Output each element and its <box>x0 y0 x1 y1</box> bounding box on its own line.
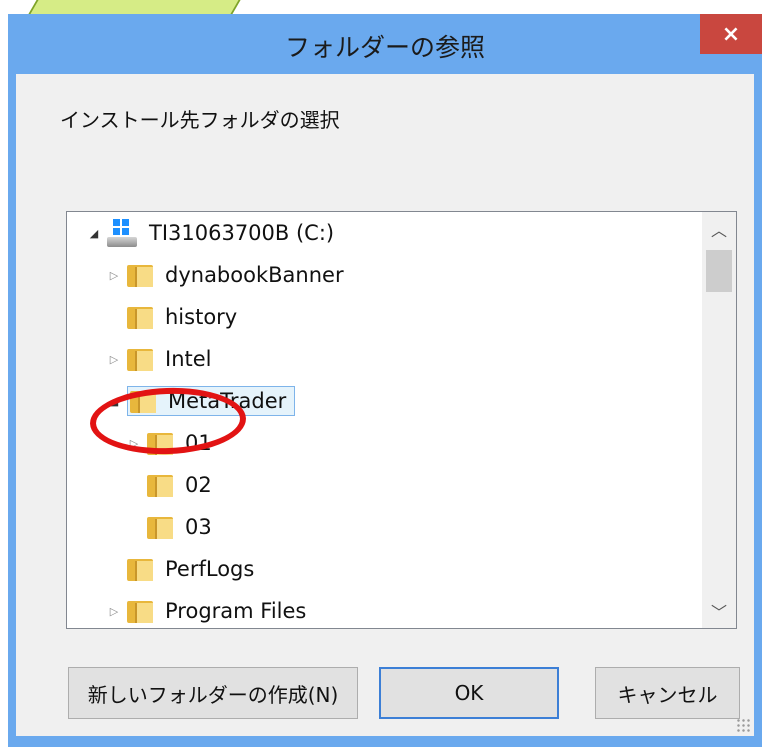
folder-icon <box>127 599 153 623</box>
tree-item-drive-c[interactable]: ◢ TI31063700B (C:) <box>87 214 334 252</box>
chevron-down-icon: ﹀ <box>710 603 727 622</box>
scroll-up-button[interactable]: ︿ <box>702 212 736 246</box>
tree-item-02[interactable]: 02 <box>127 466 212 504</box>
tree-item-label: TI31063700B (C:) <box>149 221 335 245</box>
expander-placeholder <box>107 562 121 576</box>
tree-item-label: 02 <box>185 473 212 497</box>
dialog-title: フォルダーの参照 <box>284 33 485 62</box>
expand-arrow-icon[interactable]: ▷ <box>127 436 141 450</box>
expand-arrow-icon[interactable]: ▷ <box>107 268 121 282</box>
scroll-down-button[interactable]: ﹀ <box>702 594 736 628</box>
tree-item-label: Program Files <box>165 599 307 623</box>
expand-arrow-icon[interactable]: ▷ <box>107 604 121 618</box>
folder-tree[interactable]: ◢ TI31063700B (C:) ▷ dynabookBanner hist… <box>66 211 737 629</box>
tree-item-perflogs[interactable]: PerfLogs <box>107 550 254 588</box>
vertical-scrollbar[interactable]: ︿ ﹀ <box>702 212 736 628</box>
tree-item-dynabookbanner[interactable]: ▷ dynabookBanner <box>107 256 344 294</box>
tree-item-01[interactable]: ▷ 01 <box>127 424 212 462</box>
close-icon: × <box>721 21 741 47</box>
close-button[interactable]: × <box>700 14 762 54</box>
tree-item-metatrader[interactable]: ◢ MetaTrader <box>107 382 296 420</box>
ok-button[interactable]: OK <box>379 667 559 719</box>
browse-folder-dialog: フォルダーの参照 × インストール先フォルダの選択 ◢ TI31063700B … <box>8 14 762 747</box>
folder-icon <box>127 557 153 581</box>
scroll-thumb[interactable] <box>706 250 732 292</box>
folder-icon <box>147 515 173 539</box>
tree-item-label: history <box>165 305 238 329</box>
collapse-arrow-icon[interactable]: ◢ <box>107 394 121 408</box>
folder-icon <box>147 431 173 455</box>
expand-arrow-icon[interactable]: ▷ <box>107 352 121 366</box>
tree-item-label: MetaTrader <box>168 389 287 413</box>
tree-item-label: Intel <box>165 347 212 371</box>
tree-item-label: dynabookBanner <box>165 263 344 287</box>
collapse-arrow-icon[interactable]: ◢ <box>87 226 101 240</box>
tree-item-program-files[interactable]: ▷ Program Files <box>107 592 307 628</box>
title-bar[interactable]: フォルダーの参照 × <box>8 14 762 74</box>
folder-icon <box>130 389 156 413</box>
tree-item-label: 01 <box>185 431 212 455</box>
expander-placeholder <box>127 478 141 492</box>
instruction-text: インストール先フォルダの選択 <box>60 108 340 132</box>
folder-icon <box>127 263 153 287</box>
expander-placeholder <box>107 310 121 324</box>
tree-item-label: PerfLogs <box>165 557 255 581</box>
drive-icon <box>107 219 137 247</box>
cancel-button[interactable]: キャンセル <box>595 667 740 719</box>
tree-item-intel[interactable]: ▷ Intel <box>107 340 212 378</box>
new-folder-button[interactable]: 新しいフォルダーの作成(N) <box>68 667 358 719</box>
chevron-up-icon: ︿ <box>710 221 727 240</box>
resize-grip-icon[interactable] <box>736 718 750 732</box>
folder-icon <box>127 305 153 329</box>
folder-icon <box>147 473 173 497</box>
selection-highlight: MetaTrader <box>127 386 296 416</box>
tree-item-03[interactable]: 03 <box>127 508 212 546</box>
folder-icon <box>127 347 153 371</box>
expander-placeholder <box>127 520 141 534</box>
tree-item-label: 03 <box>185 515 212 539</box>
tree-item-history[interactable]: history <box>107 298 237 336</box>
dialog-body: インストール先フォルダの選択 ◢ TI31063700B (C:) ▷ dyna… <box>16 74 754 736</box>
